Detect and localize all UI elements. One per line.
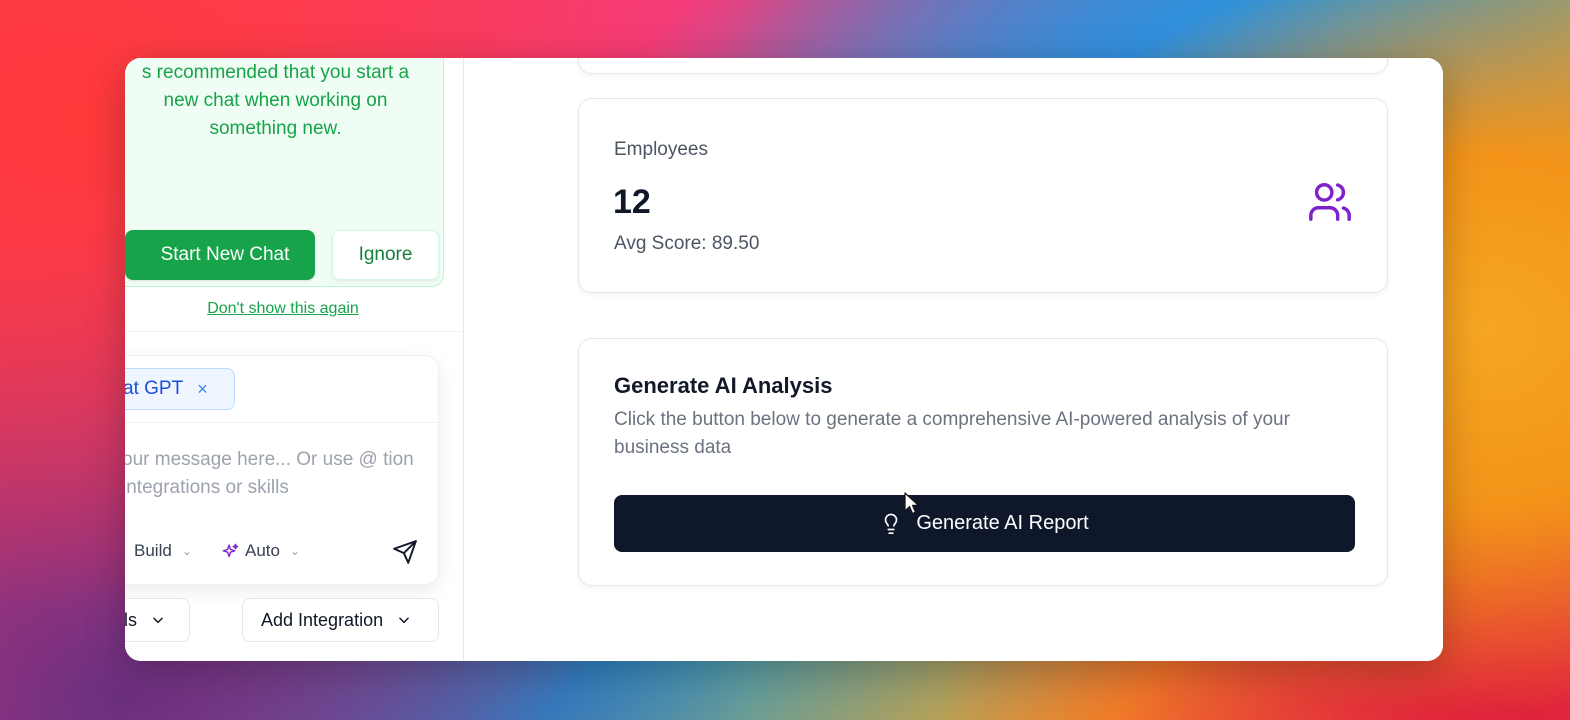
stat-card <box>578 58 1388 74</box>
ai-analysis-description: Click the button below to generate a com… <box>614 409 1290 458</box>
lightbulb-icon <box>885 513 898 534</box>
notice-text: s recommended that you start a new chat … <box>141 62 410 139</box>
chevron-down-icon <box>399 617 409 624</box>
close-icon[interactable]: × <box>197 379 208 400</box>
send-icon[interactable] <box>392 539 418 565</box>
employees-label: Employees <box>614 139 708 160</box>
message-input[interactable]: our message here... Or use @ tion integr… <box>125 446 422 502</box>
ai-analysis-card: Generate AI Analysis Click the button be… <box>578 338 1388 586</box>
add-integration-dropdown[interactable]: Add Integration <box>242 598 439 642</box>
avg-score: Avg Score: 89.50 <box>614 233 760 254</box>
ai-analysis-title: Generate AI Analysis <box>614 373 833 398</box>
mouse-cursor-icon <box>904 492 920 515</box>
divider <box>125 331 463 332</box>
model-label: Auto <box>245 541 280 560</box>
message-composer: at GPT × our message here... Or use @ ti… <box>125 355 440 585</box>
chevron-down-icon: ⌄ <box>181 544 192 558</box>
integration-label: Add Integration <box>261 609 384 630</box>
sparkle-icon <box>222 543 239 557</box>
chevron-down-icon <box>153 617 163 624</box>
ignore-button[interactable]: Ignore <box>332 230 439 280</box>
generate-button-label: Generate AI Report <box>916 512 1089 534</box>
generate-ai-report-button[interactable]: Generate AI Report <box>614 495 1355 552</box>
app-window: s recommended that you start a new chat … <box>125 58 1443 661</box>
start-new-chat-button[interactable]: Start New Chat <box>125 230 315 280</box>
chat-sidebar: s recommended that you start a new chat … <box>125 58 464 661</box>
context-chip[interactable]: at GPT × <box>125 368 235 410</box>
dont-show-again-link[interactable]: Don't show this again <box>125 300 441 318</box>
chevron-down-icon: ⌄ <box>289 544 301 558</box>
users-icon <box>1309 183 1351 221</box>
divider <box>125 422 440 423</box>
model-select[interactable]: Auto ⌄ <box>222 541 300 561</box>
mode-select[interactable]: Build ⌄ <box>134 541 192 561</box>
mode-label: Build <box>134 541 172 560</box>
main-content: Employees 12 Avg Score: 89.50 Generate A… <box>465 58 1443 661</box>
chip-label: at GPT <box>125 378 184 399</box>
employees-card: Employees 12 Avg Score: 89.50 <box>578 98 1388 293</box>
skills-dropdown[interactable]: ls <box>125 598 190 642</box>
skills-label: ls <box>125 609 137 630</box>
employees-count: 12 <box>613 183 651 221</box>
